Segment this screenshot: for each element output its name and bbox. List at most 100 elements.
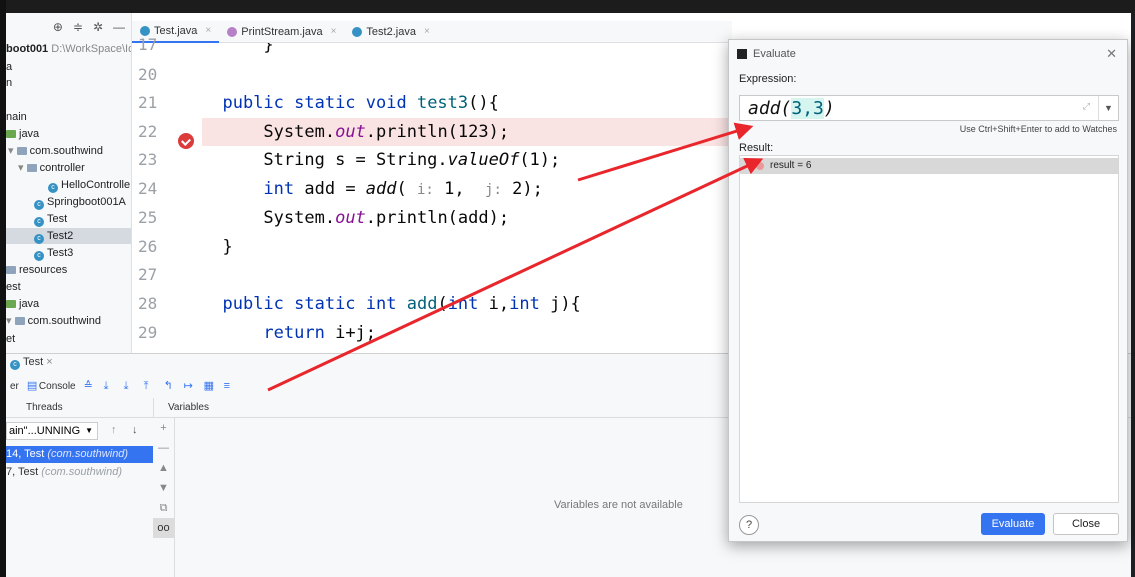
- result-label: Result:: [739, 142, 774, 154]
- class-icon: c: [10, 360, 20, 370]
- result-icon: [756, 162, 764, 170]
- dialog-title: Evaluate: [753, 48, 796, 60]
- close-button[interactable]: Close: [1053, 513, 1119, 535]
- tree-item-class[interactable]: c Test3: [34, 245, 73, 261]
- line-number: 29: [138, 323, 158, 342]
- drop-frame-icon[interactable]: ↰: [164, 381, 176, 392]
- param-hint: i:: [417, 182, 434, 198]
- tab-console[interactable]: ▤ Console: [26, 379, 76, 392]
- tree-root[interactable]: boot001 D:\WorkSpace\Id: [6, 41, 131, 57]
- class-icon: [352, 26, 363, 37]
- code-line: String s = String.valueOf(1);: [263, 150, 561, 170]
- expand-icon[interactable]: ⤢: [1083, 101, 1090, 112]
- arrow-up-icon[interactable]: ↑: [111, 424, 117, 436]
- package-icon: [14, 317, 25, 325]
- tree-item-package[interactable]: ▾ com.southwind: [8, 143, 103, 159]
- class-icon: [227, 26, 238, 37]
- package-icon: [16, 147, 27, 155]
- down-icon[interactable]: ▼: [153, 478, 174, 498]
- target-icon[interactable]: ⊕: [53, 20, 63, 34]
- tree-item[interactable]: est: [6, 279, 21, 295]
- evaluate-expression-icon[interactable]: ▦: [204, 381, 216, 392]
- code-line: return i+j;: [263, 323, 377, 343]
- arrow-down-icon[interactable]: ↓: [132, 424, 138, 436]
- package-icon: [26, 164, 37, 172]
- add-icon[interactable]: +: [153, 418, 174, 438]
- debug-title[interactable]: c Test ×: [10, 356, 53, 370]
- tree-item[interactable]: nain: [6, 109, 27, 125]
- stack-frame[interactable]: 7, Test (com.southwind): [6, 464, 153, 481]
- tree-item[interactable]: n: [6, 75, 12, 91]
- remove-icon[interactable]: —: [153, 438, 174, 458]
- class-icon: [140, 25, 150, 36]
- code-line: }: [202, 43, 274, 55]
- step-over-icon[interactable]: ≙: [84, 381, 96, 392]
- close-icon[interactable]: ✕: [1106, 46, 1117, 62]
- collapse-icon[interactable]: ≑: [73, 20, 83, 34]
- project-toolbar: ⊕ ≑ ✲ —: [6, 13, 131, 41]
- tree-item-java[interactable]: java: [6, 296, 39, 312]
- result-tree[interactable]: result = 6: [739, 155, 1119, 503]
- force-step-into-icon[interactable]: ⤓: [124, 381, 136, 392]
- evaluate-button[interactable]: Evaluate: [981, 513, 1045, 535]
- chevron-down-icon: ▼: [85, 426, 93, 435]
- line-number: 23: [138, 150, 158, 169]
- code-line: System.out.println(add);: [263, 208, 510, 228]
- line-number: 27: [138, 265, 158, 284]
- tab-test2-java[interactable]: Test2.java ×: [344, 21, 437, 43]
- tree-item[interactable]: et: [6, 331, 15, 347]
- tree-item-class-selected[interactable]: c Test2: [6, 228, 131, 244]
- help-button[interactable]: ?: [739, 515, 759, 535]
- tree-item-class[interactable]: c Springboot001A: [34, 194, 126, 210]
- thread-selector[interactable]: ain"...UNNING ▼: [6, 422, 98, 440]
- folder-icon: [6, 130, 16, 138]
- code-line: public static int add(int i,int j){: [222, 294, 581, 314]
- watches-icon[interactable]: oo: [153, 518, 174, 538]
- watches-hint: Use Ctrl+Shift+Enter to add to Watches: [959, 124, 1117, 134]
- tree-item-class[interactable]: c Test: [34, 211, 67, 227]
- step-out-icon[interactable]: ⤒: [144, 381, 156, 392]
- console-icon: ▤: [26, 379, 38, 392]
- folder-icon: [6, 300, 16, 308]
- editor-gutter[interactable]: 17 20 21 22 23 24 25 26 27 28 29: [132, 35, 202, 353]
- screen: ⊕ ≑ ✲ — boot001 D:\WorkSpace\Id a n nain…: [0, 0, 1135, 577]
- code-editor[interactable]: } public static void test3(){ System.out…: [202, 43, 732, 353]
- tree-item-class[interactable]: c HelloControlle: [48, 177, 130, 193]
- top-bar: [0, 0, 1135, 13]
- close-icon[interactable]: ×: [424, 21, 430, 43]
- project-panel: ⊕ ≑ ✲ — boot001 D:\WorkSpace\Id a n nain…: [6, 13, 132, 353]
- tree-item-package[interactable]: ▾ controller: [18, 160, 85, 176]
- folder-icon: [6, 266, 16, 274]
- variables-toolbar: + — ▲ ▼ ⧉ oo: [153, 418, 175, 577]
- run-to-cursor-icon[interactable]: ↦: [184, 381, 196, 392]
- close-icon[interactable]: ×: [331, 21, 337, 43]
- stack-frame[interactable]: 14, Test (com.southwind): [6, 446, 153, 463]
- tree-item-java[interactable]: java: [6, 126, 39, 142]
- app-logo-icon: [737, 49, 747, 59]
- expression-text: add(3,3): [748, 98, 835, 119]
- breakpoint-icon[interactable]: [178, 133, 194, 149]
- tree-item-resources[interactable]: resources: [6, 262, 67, 278]
- close-icon[interactable]: ×: [205, 20, 211, 42]
- copy-icon[interactable]: ⧉: [153, 498, 174, 518]
- gear-icon[interactable]: ✲: [93, 20, 103, 34]
- up-icon[interactable]: ▲: [153, 458, 174, 478]
- tree-item-package[interactable]: ▾ com.southwind: [6, 313, 101, 329]
- close-icon[interactable]: ×: [46, 356, 52, 368]
- tab-printstream-java[interactable]: PrintStream.java ×: [219, 21, 344, 43]
- result-row[interactable]: result = 6: [740, 158, 1118, 174]
- threads-header: Threads: [6, 398, 153, 418]
- minimize-icon[interactable]: —: [113, 20, 125, 34]
- expression-input[interactable]: add(3,3) ⤢ ▼: [739, 95, 1119, 121]
- class-icon: c: [34, 234, 44, 244]
- more-icon[interactable]: ≡: [224, 381, 236, 392]
- step-into-icon[interactable]: ⤓: [104, 381, 116, 392]
- tree-item[interactable]: a: [6, 59, 12, 75]
- editor-tabs: Test.java × PrintStream.java × Test2.java ×: [132, 21, 732, 43]
- evaluate-dialog: Evaluate ✕ Expression: add(3,3) ⤢ ▼ Use …: [728, 39, 1128, 542]
- line-number: 25: [138, 208, 158, 227]
- code-line: public static void test3(){: [222, 93, 499, 113]
- class-icon: c: [34, 217, 44, 227]
- tab-debugger[interactable]: er: [10, 381, 19, 392]
- history-dropdown-icon[interactable]: ▼: [1098, 96, 1118, 120]
